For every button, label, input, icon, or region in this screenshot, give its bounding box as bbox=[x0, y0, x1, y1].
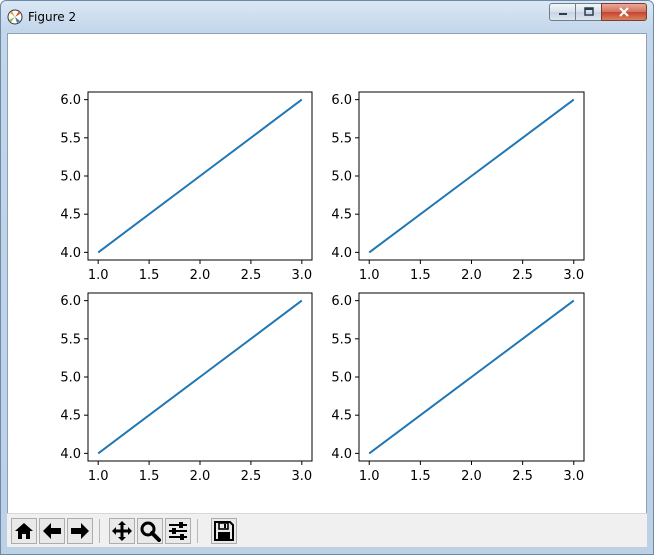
figure-canvas[interactable]: 4.0 4.5 5.0 5.5 6.0 1.0 1.5 2.0 2.5 3.0 4.0 4.5 5.0 5… bbox=[8, 34, 646, 512]
subplot-2-ytick-label: 5.0 bbox=[331, 170, 352, 185]
subplot-4-ytick-label: 5.0 bbox=[331, 371, 352, 386]
subplot-3-ytick-label: 4.5 bbox=[60, 409, 81, 424]
minimize-button[interactable] bbox=[549, 3, 575, 21]
subplot-4-xtick-label: 3.0 bbox=[563, 469, 584, 484]
subplot-4-xtick-label: 2.5 bbox=[512, 469, 533, 484]
window-controls bbox=[549, 3, 647, 23]
subplot-2-xtick-label: 1.0 bbox=[359, 268, 380, 283]
title-bar[interactable]: Figure 2 bbox=[1, 1, 653, 33]
subplot-2-ytick-label: 6.0 bbox=[331, 93, 352, 108]
subplot-1-ytick-label: 4.0 bbox=[60, 246, 81, 261]
magnifier-icon bbox=[140, 521, 161, 542]
subplot-1-xtick-label: 2.5 bbox=[241, 268, 262, 283]
minimize-icon bbox=[558, 13, 567, 15]
subplot-3-xtick-label: 1.5 bbox=[139, 469, 160, 484]
subplot-1-ytick-label: 6.0 bbox=[60, 93, 81, 108]
subplot-2-ytick-label: 5.5 bbox=[331, 131, 352, 146]
subplot-1-ytick-label: 5.0 bbox=[60, 170, 81, 185]
maximize-button[interactable] bbox=[575, 3, 601, 21]
figure-window: Figure 2 4.0 4.5 5.0 5.5 6.0 1.0 1.5 2.0 2.5 3.0 4… bbox=[0, 0, 654, 555]
subplot-2-xtick-label: 1.5 bbox=[410, 268, 431, 283]
subplot-1-xtick-label: 3.0 bbox=[291, 268, 312, 283]
right-arrow-icon bbox=[71, 523, 89, 539]
subplot-4-ytick-label: 4.0 bbox=[331, 447, 352, 462]
zoom-button[interactable] bbox=[137, 518, 163, 544]
subplot-1-xtick-label: 1.5 bbox=[139, 268, 160, 283]
subplot-3-xtick-label: 2.0 bbox=[190, 469, 211, 484]
toolbar-separator bbox=[197, 519, 198, 543]
subplot-4-ytick-label: 4.5 bbox=[331, 409, 352, 424]
figure-canvas-area[interactable]: 4.0 4.5 5.0 5.5 6.0 1.0 1.5 2.0 2.5 3.0 4.0 4.5 5.0 5… bbox=[7, 33, 647, 547]
home-icon bbox=[15, 523, 33, 539]
subplot-3-ytick-label: 5.0 bbox=[60, 371, 81, 386]
subplot-2-xtick-label: 3.0 bbox=[563, 268, 584, 283]
subplot-4-xtick-label: 2.0 bbox=[461, 469, 482, 484]
toolbar-separator bbox=[99, 519, 100, 543]
back-button[interactable] bbox=[39, 518, 65, 544]
home-button[interactable] bbox=[11, 518, 37, 544]
move-arrows-icon bbox=[112, 521, 132, 541]
subplot-3-xtick-label: 2.5 bbox=[241, 469, 262, 484]
close-button[interactable] bbox=[601, 3, 647, 21]
pan-button[interactable] bbox=[109, 518, 135, 544]
subplot-4-ytick-label: 5.5 bbox=[331, 332, 352, 347]
subplot-3-ytick-label: 5.5 bbox=[60, 332, 81, 347]
maximize-icon bbox=[583, 7, 594, 16]
subplot-1-ytick-label: 5.5 bbox=[60, 131, 81, 146]
window-title: Figure 2 bbox=[28, 10, 77, 24]
subplot-3-ytick-label: 4.0 bbox=[60, 447, 81, 462]
floppy-disk-icon bbox=[214, 521, 234, 541]
subplot-2-xtick-label: 2.5 bbox=[512, 268, 533, 283]
subplot-3-xtick-label: 3.0 bbox=[291, 469, 312, 484]
left-arrow-icon bbox=[43, 523, 61, 539]
configure-subplots-button[interactable] bbox=[165, 518, 191, 544]
subplot-2-ytick-label: 4.0 bbox=[331, 246, 352, 261]
subplot-4-ytick-label: 6.0 bbox=[331, 294, 352, 309]
sliders-icon bbox=[169, 522, 187, 540]
navigation-toolbar bbox=[7, 513, 647, 547]
subplot-1-xtick-label: 2.0 bbox=[190, 268, 211, 283]
matplotlib-app-icon bbox=[7, 9, 23, 25]
subplot-3-xtick-label: 1.0 bbox=[88, 469, 109, 484]
subplot-1-ytick-label: 4.5 bbox=[60, 208, 81, 223]
forward-button[interactable] bbox=[67, 518, 93, 544]
subplot-2-ytick-label: 4.5 bbox=[331, 208, 352, 223]
subplot-3-ytick-label: 6.0 bbox=[60, 294, 81, 309]
subplot-4-xtick-label: 1.0 bbox=[359, 469, 380, 484]
save-button[interactable] bbox=[211, 518, 237, 544]
subplot-4-xtick-label: 1.5 bbox=[410, 469, 431, 484]
subplot-1-xtick-label: 1.0 bbox=[88, 268, 109, 283]
subplot-2-xtick-label: 2.0 bbox=[461, 268, 482, 283]
close-icon bbox=[619, 7, 629, 17]
